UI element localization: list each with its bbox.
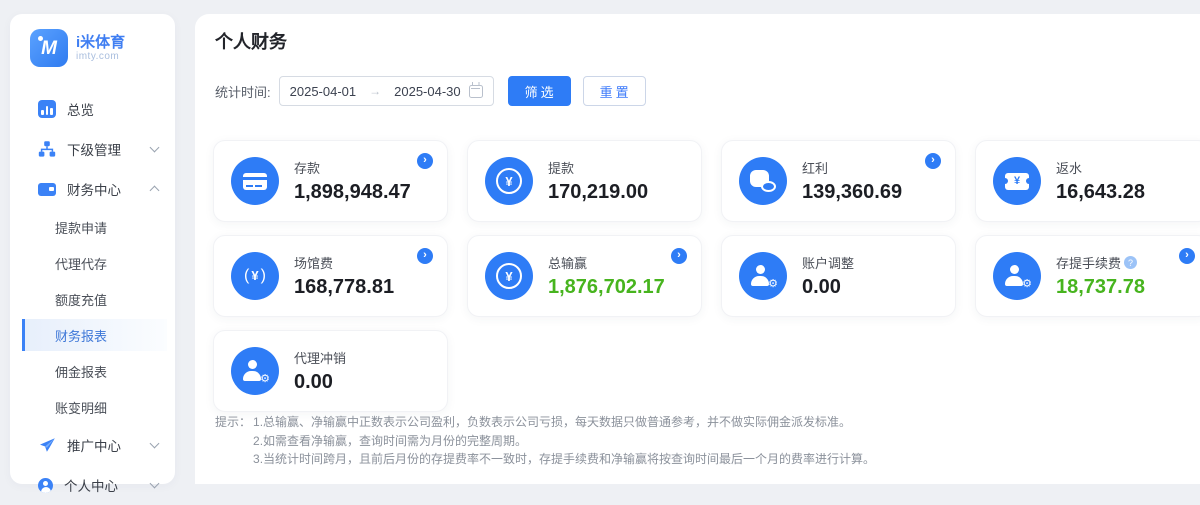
- calendar-icon[interactable]: [469, 85, 483, 98]
- sidebar-item-personal-center[interactable]: 个人中心: [10, 465, 175, 505]
- card-label: 红利: [802, 158, 902, 177]
- filter-bar: 统计时间: 2025-04-01 → 2025-04-30 筛选 重置: [215, 76, 646, 106]
- card-total-winloss: 总输赢 1,876,702.17 ›: [467, 235, 702, 317]
- card-agent-writeoff: 代理冲销 0.00: [213, 330, 448, 412]
- sidebar-item-withdrawal-request[interactable]: 提款申请: [10, 209, 175, 245]
- logo-letter: M: [41, 38, 57, 60]
- page-title: 个人财务: [215, 28, 287, 54]
- card-withdrawal: 提款 170,219.00: [467, 140, 702, 222]
- profile-icon: [38, 478, 53, 493]
- brand-logo: M i米体育 imty.com: [10, 14, 175, 67]
- sidebar-menu: 总览 下级管理 财务中心 提款申请 代理代存 额度充值 财务: [10, 89, 175, 505]
- help-icon[interactable]: ?: [1124, 256, 1137, 269]
- sidebar-item-overview[interactable]: 总览: [10, 89, 175, 129]
- chevron-down-icon: [150, 143, 160, 153]
- sidebar-item-promotion-center[interactable]: 推广中心: [10, 425, 175, 465]
- main-panel: 个人财务 统计时间: 2025-04-01 → 2025-04-30 筛选 重置…: [195, 14, 1200, 484]
- card-value: 0.00: [802, 276, 854, 299]
- sidebar-item-finance-report[interactable]: 财务报表: [22, 319, 167, 351]
- sidebar-item-subordinates[interactable]: 下级管理: [10, 129, 175, 169]
- card-bonus: 红利 139,360.69 ›: [721, 140, 956, 222]
- card-deposit: 存款 1,898,948.47 ›: [213, 140, 448, 222]
- card-account-adjustment: 账户调整 0.00: [721, 235, 956, 317]
- card-value: 170,219.00: [548, 181, 648, 204]
- card-value: 168,778.81: [294, 276, 394, 299]
- stat-time-label: 统计时间:: [215, 82, 271, 101]
- sidebar-item-agent-deposit[interactable]: 代理代存: [10, 245, 175, 281]
- card-value: 139,360.69: [802, 181, 902, 204]
- card-detail-arrow-icon[interactable]: ›: [925, 153, 941, 169]
- card-label: 场馆费: [294, 253, 394, 272]
- sidebar: M i米体育 imty.com 总览 下级管理 财务中心: [10, 14, 175, 484]
- subordinates-icon: [38, 140, 56, 158]
- yuan-ring-icon: [496, 263, 522, 289]
- overview-icon: [38, 100, 56, 118]
- card-label: 账户调整: [802, 253, 854, 272]
- card-detail-arrow-icon[interactable]: ›: [671, 248, 687, 264]
- card-venue-fee: 场馆费 168,778.81 ›: [213, 235, 448, 317]
- brand-domain: imty.com: [76, 51, 125, 63]
- card-label: 存提手续费: [1056, 253, 1121, 272]
- card-detail-arrow-icon[interactable]: ›: [417, 248, 433, 264]
- note-line: 1.总输赢、净输赢中正数表示公司盈利，负数表示公司亏损，每天数据只做普通参考，并…: [253, 413, 875, 432]
- card-value: 18,737.78: [1056, 276, 1145, 299]
- stat-cards-grid: 存款 1,898,948.47 › 提款 170,219.00 红利 139,3…: [213, 140, 1200, 412]
- sidebar-item-quota-recharge[interactable]: 额度充值: [10, 281, 175, 317]
- notes-prefix: 提示：: [215, 413, 251, 469]
- reset-button[interactable]: 重置: [583, 76, 646, 106]
- sidebar-item-commission-report[interactable]: 佣金报表: [10, 353, 175, 389]
- card-value: 0.00: [294, 371, 346, 394]
- user-gear-icon: [243, 360, 267, 382]
- yuan-ring-icon: [496, 168, 522, 194]
- card-detail-arrow-icon[interactable]: ›: [1179, 248, 1195, 264]
- card-value: 16,643.28: [1056, 181, 1145, 204]
- card-label: 返水: [1056, 158, 1145, 177]
- ticket-yuan-icon: [1005, 173, 1029, 190]
- user-gear-icon: [1005, 265, 1029, 287]
- user-gear-icon: [751, 265, 775, 287]
- chevron-down-icon: [150, 479, 160, 489]
- bank-card-icon: [243, 173, 267, 190]
- sidebar-item-finance-center[interactable]: 财务中心: [10, 169, 175, 209]
- sidebar-item-account-changes[interactable]: 账变明细: [10, 389, 175, 425]
- coins-icon: [750, 170, 776, 192]
- yuan-brackets-icon: [244, 267, 266, 285]
- paper-plane-icon: [38, 436, 56, 454]
- card-transaction-fee: 存提手续费 ? 18,737.78 ›: [975, 235, 1200, 317]
- card-label: 提款: [548, 158, 648, 177]
- chevron-up-icon: [150, 186, 160, 196]
- footer-notes: 提示： 1.总输赢、净输赢中正数表示公司盈利，负数表示公司亏损，每天数据只做普通…: [215, 413, 875, 469]
- card-detail-arrow-icon[interactable]: ›: [417, 153, 433, 169]
- brand-logo-icon: M: [30, 29, 68, 67]
- logo-dot: [38, 36, 43, 41]
- end-date-value[interactable]: 2025-04-30: [394, 84, 461, 99]
- wallet-icon: [38, 183, 56, 196]
- date-range-input[interactable]: 2025-04-01 → 2025-04-30: [279, 76, 494, 106]
- card-label: 存款: [294, 158, 411, 177]
- card-rebate: 返水 16,643.28: [975, 140, 1200, 222]
- card-value: 1,876,702.17: [548, 276, 665, 299]
- chevron-down-icon: [150, 439, 160, 449]
- start-date-value[interactable]: 2025-04-01: [290, 84, 357, 99]
- date-range-separator: →: [356, 84, 394, 98]
- brand-name: i米体育: [76, 34, 125, 51]
- card-value: 1,898,948.47: [294, 181, 411, 204]
- note-line: 2.如需查看净输赢，查询时间需为月份的完整周期。: [253, 432, 875, 451]
- card-label: 总输赢: [548, 253, 665, 272]
- filter-button[interactable]: 筛选: [508, 76, 571, 106]
- card-label: 代理冲销: [294, 348, 346, 367]
